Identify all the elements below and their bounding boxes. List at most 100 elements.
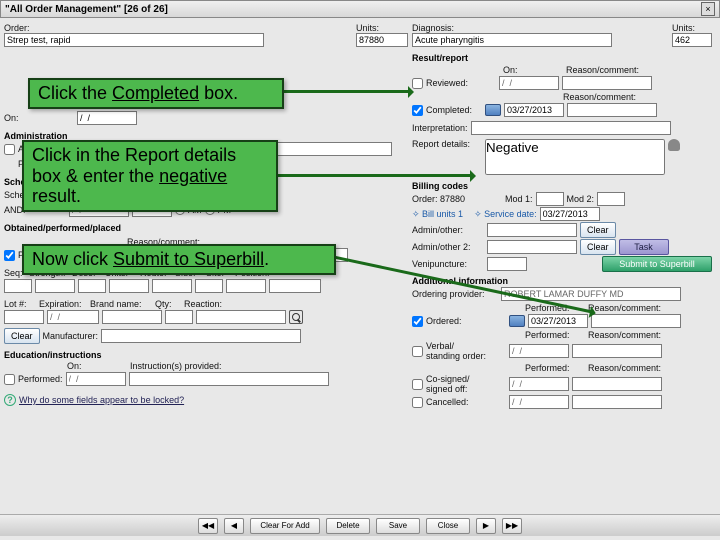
position-field[interactable]: [269, 279, 321, 293]
side-field[interactable]: [195, 279, 223, 293]
service-date-field[interactable]: [540, 207, 600, 221]
completed-reason[interactable]: [567, 103, 657, 117]
billing-header: Billing codes: [412, 181, 712, 191]
nav-prev-button[interactable]: ◀: [224, 518, 244, 534]
reaction-label: Reaction:: [184, 299, 222, 309]
service-date-label: ✧ Service date:: [474, 209, 537, 220]
cancelled-reason[interactable]: [572, 395, 662, 409]
verbal-label: Verbal/ standing order:: [426, 341, 506, 361]
units-field[interactable]: [109, 279, 149, 293]
clear-for-add-button[interactable]: Clear For Add: [250, 518, 320, 534]
clear-button[interactable]: Clear: [4, 328, 40, 344]
mod1-label: Mod 1:: [505, 194, 533, 204]
cosigned-checkbox[interactable]: [412, 379, 423, 390]
ai-reason-header: Reason/comment:: [588, 303, 661, 313]
close-button[interactable]: Close: [426, 518, 470, 534]
delete-button[interactable]: Delete: [326, 518, 370, 534]
clear-button[interactable]: Clear: [580, 222, 616, 238]
lot-field[interactable]: [4, 310, 44, 324]
result-report-header: Result/report: [412, 53, 712, 63]
dose-field[interactable]: [78, 279, 106, 293]
expiration-label: Expiration:: [39, 299, 87, 309]
qty-field[interactable]: [165, 310, 193, 324]
ordered-checkbox[interactable]: [412, 316, 423, 327]
reaction-field[interactable]: [196, 310, 286, 324]
completed-checkbox[interactable]: [412, 105, 423, 116]
right-column: Diagnosis: Units: Result/report On: Reas…: [412, 22, 712, 410]
instructions-field[interactable]: [129, 372, 329, 386]
verbal-reason[interactable]: [572, 344, 662, 358]
ai-performed-header-3: Performed:: [525, 363, 585, 373]
cancelled-label: Cancelled:: [426, 397, 506, 407]
cosigned-date[interactable]: [509, 377, 569, 391]
completed-date[interactable]: [504, 103, 564, 117]
admin-other2-label: Admin/other 2:: [412, 242, 484, 252]
reviewed-date[interactable]: [499, 76, 559, 90]
nav-first-button[interactable]: ◀◀: [198, 518, 218, 534]
task-button[interactable]: Task: [619, 239, 669, 255]
annotation-3: Now click Submit to Superbill.: [22, 244, 336, 275]
manufacturer-field[interactable]: [101, 329, 301, 343]
site-field[interactable]: [226, 279, 266, 293]
help-icon[interactable]: ?: [4, 394, 16, 406]
clear-button[interactable]: Clear: [580, 239, 616, 255]
verbal-checkbox[interactable]: [412, 346, 423, 357]
nav-next-button[interactable]: ▶: [476, 518, 496, 534]
completed-label: Completed:: [426, 105, 482, 115]
edu-performed-checkbox[interactable]: [4, 374, 15, 385]
admin-other-label: Admin/other:: [412, 225, 484, 235]
close-icon[interactable]: ×: [701, 2, 715, 16]
diagnosis-field[interactable]: [412, 33, 612, 47]
nav-last-button[interactable]: ▶▶: [502, 518, 522, 534]
search-icon[interactable]: [289, 310, 303, 324]
save-button[interactable]: Save: [376, 518, 420, 534]
interpretation-field[interactable]: [471, 121, 671, 135]
strength-field[interactable]: [35, 279, 75, 293]
order-units-label: Units:: [356, 23, 408, 33]
help-link[interactable]: Why do some fields appear to be locked?: [19, 395, 184, 405]
admin-other-field[interactable]: [487, 223, 577, 237]
rr-reason-label: Reason/comment:: [566, 65, 639, 75]
mod1-field[interactable]: [536, 192, 564, 206]
performed-checkbox[interactable]: [4, 250, 15, 261]
order-units-field[interactable]: [356, 33, 408, 47]
rr-reason-label-2: Reason/comment:: [563, 92, 636, 102]
mod2-field[interactable]: [597, 192, 625, 206]
route-field[interactable]: [152, 279, 192, 293]
order-code-label: Order: 87880: [412, 194, 502, 204]
order-field[interactable]: [4, 33, 264, 47]
edu-date-field[interactable]: [66, 372, 126, 386]
ordered-date[interactable]: [528, 314, 588, 328]
administered-checkbox[interactable]: [4, 144, 15, 155]
submit-superbill-button[interactable]: Submit to Superbill: [602, 256, 712, 272]
ordering-provider-field[interactable]: [501, 287, 681, 301]
diag-units-field[interactable]: [672, 33, 712, 47]
brand-field[interactable]: [102, 310, 162, 324]
manufacturer-label: Manufacturer:: [43, 331, 99, 341]
seq-field[interactable]: [4, 279, 32, 293]
instructions-label: Instruction(s) provided:: [130, 361, 222, 371]
cancelled-date[interactable]: [509, 395, 569, 409]
person-icon[interactable]: [668, 139, 680, 151]
on-date-field[interactable]: [77, 111, 137, 125]
order-label: Order:: [4, 23, 353, 33]
cosigned-reason[interactable]: [572, 377, 662, 391]
interpretation-label: Interpretation:: [412, 123, 468, 133]
admin-other2-field[interactable]: [487, 240, 577, 254]
verbal-date[interactable]: [509, 344, 569, 358]
qty-label: Qty:: [155, 299, 181, 309]
book-icon[interactable]: [509, 315, 525, 327]
cosigned-label: Co-signed/ signed off:: [426, 374, 506, 394]
bill-units-link[interactable]: ✧ Bill units 1: [412, 209, 463, 220]
expiration-field[interactable]: [47, 310, 99, 324]
reviewed-checkbox[interactable]: [412, 78, 423, 89]
ordered-reason[interactable]: [591, 314, 681, 328]
book-icon[interactable]: [485, 104, 501, 116]
edu-performed-label: Performed:: [18, 374, 63, 384]
venipuncture-field[interactable]: [487, 257, 527, 271]
ai-reason-header-3: Reason/comment:: [588, 363, 661, 373]
reviewed-reason[interactable]: [562, 76, 652, 90]
additional-info-header: Additional information: [412, 276, 712, 286]
report-details-field[interactable]: Negative: [485, 139, 665, 175]
cancelled-checkbox[interactable]: [412, 397, 423, 408]
